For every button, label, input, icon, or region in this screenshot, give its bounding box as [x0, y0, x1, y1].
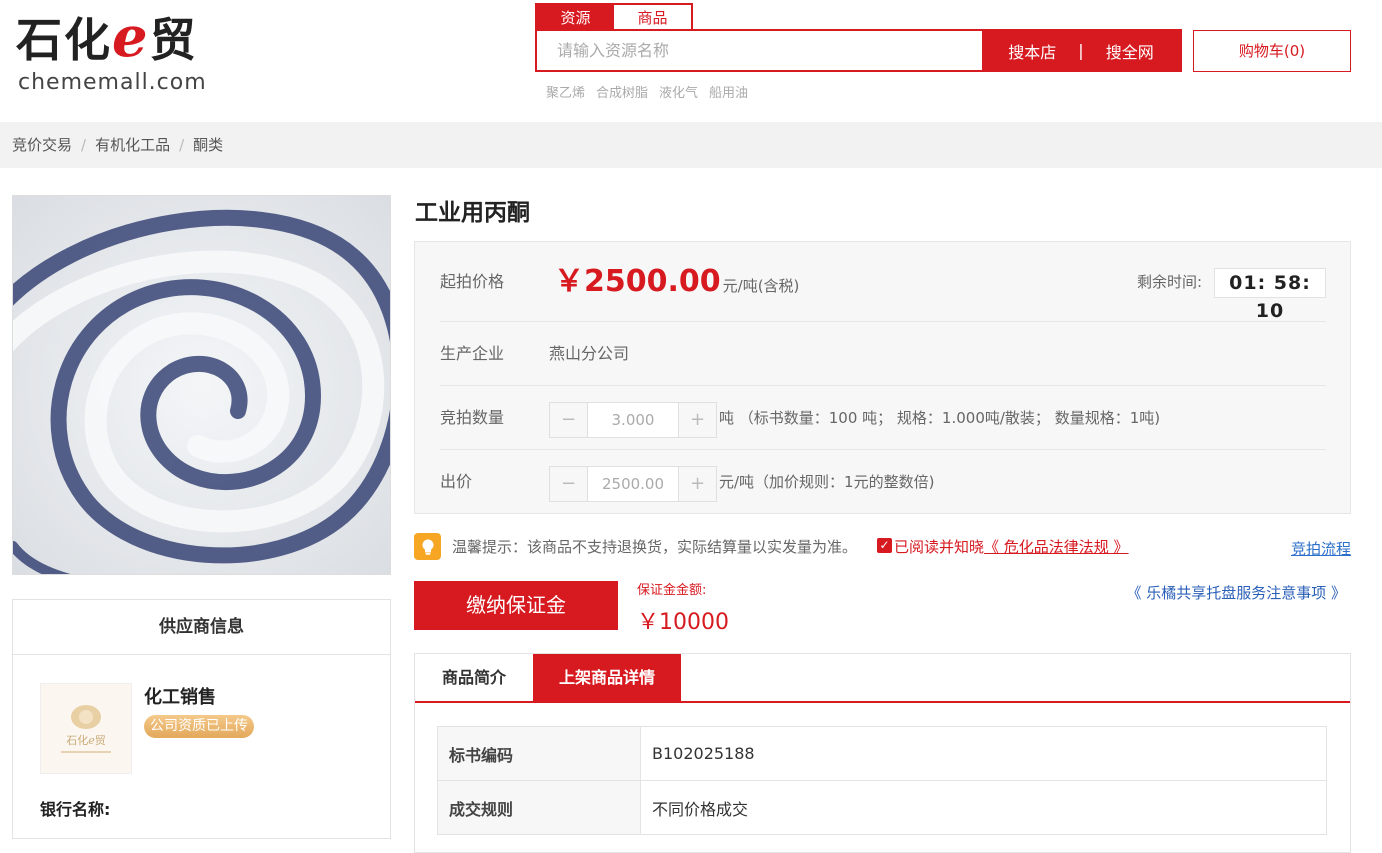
countdown-timer: 01: 58: 10	[1214, 268, 1326, 322]
search-tab-product[interactable]: 商品	[614, 5, 691, 31]
site-header: 石化e贸 chememall.com 资源 商品 搜本店 | 搜全网 购物车(0…	[0, 0, 1382, 122]
bid-label: 出价	[440, 472, 473, 491]
producer-row: 生产企业 燕山分公司	[440, 322, 1326, 386]
start-price-row: 起拍价格 ￥2500.00 元/吨(含税) 剩余时间: 01: 58: 10	[440, 242, 1326, 322]
deposit-amount-label: 保证金金额:	[637, 583, 707, 598]
warm-tip-text: 温馨提示：该商品不支持退换货，实际结算量以实发量为准。	[452, 538, 858, 556]
table-row: 成交规则 不同价格成交	[437, 780, 1327, 835]
supplier-panel: 供应商信息 石化e贸 化工销售 公司资质已上传 银行名称:	[12, 599, 391, 839]
cart-button[interactable]: 购物车(0)	[1193, 30, 1351, 72]
search-tab-resource[interactable]: 资源	[537, 5, 614, 31]
hot-word-polyethylene[interactable]: 聚乙烯	[546, 82, 585, 101]
countdown-label: 剩余时间:	[1136, 273, 1202, 291]
supplier-panel-title: 供应商信息	[13, 600, 390, 655]
product-image	[12, 195, 391, 575]
breadcrumb: 竞价交易 / 有机化工品 / 酮类	[12, 122, 223, 168]
qualification-badge: 公司资质已上传	[144, 715, 254, 738]
start-price-unit: 元/吨(含税)	[722, 277, 800, 295]
search-box: 搜本店 | 搜全网	[535, 29, 1182, 72]
hot-word-synthetic-resin[interactable]: 合成树脂	[596, 82, 648, 101]
search-input[interactable]	[537, 31, 982, 70]
breadcrumb-bidding[interactable]: 竞价交易	[12, 122, 72, 168]
search-button-separator: |	[1078, 41, 1084, 60]
agree-checkbox[interactable]: ✓	[877, 538, 892, 553]
quantity-row: 竞拍数量 − 3.000 + 吨 （标书数量：100 吨； 规格：1.000吨/…	[440, 386, 1326, 450]
hazardous-chemicals-law-link[interactable]: 《 危化品法律法规 》	[984, 538, 1129, 556]
tab-product-intro[interactable]: 商品简介	[415, 654, 533, 701]
product-title: 工业用丙酮	[415, 200, 530, 226]
producer-value: 燕山分公司	[549, 344, 630, 363]
pallet-service-notice-link[interactable]: 《 乐橘共享托盘服务注意事项 》	[1126, 582, 1346, 603]
detail-key: 成交规则	[437, 780, 641, 835]
breadcrumb-separator: /	[179, 136, 185, 154]
bidding-process-link[interactable]: 竞拍流程	[1291, 538, 1351, 559]
breadcrumb-separator: /	[81, 136, 87, 154]
breadcrumb-organic-chemicals[interactable]: 有机化工品	[95, 122, 170, 168]
breadcrumb-ketones[interactable]: 酮类	[193, 122, 223, 168]
quantity-note: 吨 （标书数量：100 吨； 规格：1.000吨/散装； 数量规格：1吨)	[719, 409, 1161, 427]
site-logo[interactable]: 石化e贸 chememall.com	[16, 8, 226, 100]
logo-domain: chememall.com	[18, 70, 207, 95]
bid-value[interactable]: 2500.00	[587, 467, 679, 501]
breadcrumb-bar: 竞价交易 / 有机化工品 / 酮类	[0, 122, 1382, 168]
hot-word-lpg[interactable]: 液化气	[659, 82, 698, 101]
supplier-name: 化工销售	[144, 687, 216, 708]
search-store-button[interactable]: 搜本店	[1008, 39, 1056, 63]
product-detail-section: 商品简介 上架商品详情 标书编码 B102025188 成交规则 不同价格成交	[414, 653, 1351, 853]
hot-search-words: 聚乙烯 合成树脂 液化气 船用油	[546, 82, 748, 101]
quantity-minus-button[interactable]: −	[550, 403, 587, 437]
logo-wordmark: 石化e贸	[16, 4, 198, 70]
lightbulb-glyph	[422, 539, 433, 555]
detail-value: B102025188	[640, 726, 1327, 781]
supplier-logo-icon	[71, 704, 101, 729]
tab-listing-details[interactable]: 上架商品详情	[533, 654, 681, 701]
detail-tabs: 商品简介 上架商品详情	[415, 654, 1350, 703]
start-price-label: 起拍价格	[440, 272, 505, 291]
deposit-amount: ￥10000	[637, 610, 729, 635]
lightbulb-icon	[414, 533, 441, 560]
quantity-label: 竞拍数量	[440, 408, 505, 427]
bid-note: 元/吨（加价规则：1元的整数倍)	[719, 473, 935, 491]
search-buttons: 搜本店 | 搜全网	[982, 31, 1180, 70]
pay-deposit-button[interactable]: 缴纳保证金	[414, 581, 618, 630]
start-price-value: ￥2500.00	[554, 264, 721, 299]
supplier-logo-underline	[61, 750, 111, 753]
detail-value: 不同价格成交	[640, 780, 1327, 835]
product-photo-swirl	[13, 196, 390, 574]
quantity-stepper[interactable]: − 3.000 +	[549, 402, 717, 438]
agree-prefix: 已阅读并知晓	[894, 538, 985, 556]
table-row: 标书编码 B102025188	[437, 726, 1327, 781]
supplier-logo-wordmark: 石化e贸	[66, 733, 106, 747]
auction-info-panel: 起拍价格 ￥2500.00 元/吨(含税) 剩余时间: 01: 58: 10 生…	[414, 241, 1351, 514]
quantity-plus-button[interactable]: +	[679, 403, 716, 437]
bid-stepper[interactable]: − 2500.00 +	[549, 466, 717, 502]
bank-name-label: 银行名称:	[40, 800, 111, 819]
supplier-logo: 石化e贸	[40, 683, 132, 774]
bid-minus-button[interactable]: −	[550, 467, 587, 501]
quantity-value[interactable]: 3.000	[587, 403, 679, 437]
bid-row: 出价 − 2500.00 + 元/吨（加价规则：1元的整数倍)	[440, 450, 1326, 514]
hot-word-marine-oil[interactable]: 船用油	[709, 82, 748, 101]
detail-key: 标书编码	[437, 726, 641, 781]
search-type-tabs: 资源 商品	[535, 3, 693, 31]
agree-statement: 已阅读并知晓《 危化品法律法规 》	[894, 536, 1129, 557]
search-all-button[interactable]: 搜全网	[1106, 39, 1154, 63]
bid-plus-button[interactable]: +	[679, 467, 716, 501]
start-price: ￥2500.00 元/吨(含税)	[554, 242, 799, 322]
producer-label: 生产企业	[440, 344, 505, 363]
